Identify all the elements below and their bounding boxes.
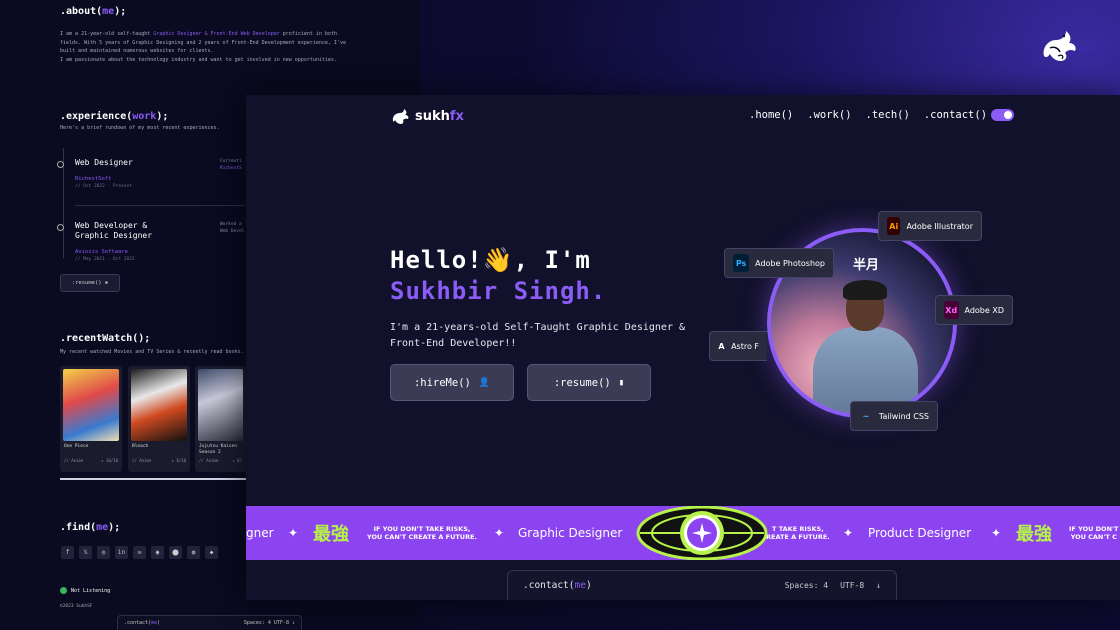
hero-name: Sukhbir Singh. [390,277,607,305]
github-icon[interactable]: ◉ [151,546,164,559]
ticker-text: Product Designer [868,526,972,540]
main-nav: .home() .work() .tech() .contact() [749,109,987,121]
timeline-dot-icon [57,224,64,231]
job-date: // May 2021 - Oct 2022 [75,257,135,262]
timeline-divider [75,205,245,206]
find-me-heading: .find(me); [60,522,121,533]
sparkle-icon: ✦ [843,526,854,540]
timeline-dot-icon [57,161,64,168]
contact-bar[interactable]: .contact(me) Spaces: 4 UTF-8 ↓ [507,570,897,600]
dragon-logo-icon [392,109,409,124]
recent-watch-heading: .recentWatch(); [60,333,151,344]
hire-me-button[interactable]: :hireMe() 👤 [390,364,514,401]
linkedin-icon[interactable]: in [115,546,128,559]
nav-tech[interactable]: .tech() [866,109,910,121]
about-paragraph: I am a 21-year-old self-taught Graphic D… [60,31,346,54]
tailwind-icon: ~ [862,411,870,421]
horizontal-scrollbar[interactable] [60,478,246,480]
site-logo[interactable]: sukhfx [390,107,464,125]
card-meta: // Anime ★ 10/10 [64,458,118,463]
sparkle-icon: ✦ [288,526,299,540]
card-title: One Piece [64,444,89,449]
copyright: ©2023 SukhSF [60,604,93,609]
astro-icon: A [718,341,725,351]
poster-text: 半月 [853,258,880,273]
about-paragraph-2: I am passionate about the technology ind… [60,57,337,63]
ticker-kanji: 最強 [313,524,349,545]
ticker-quote: IF YOU DON'T YOU CAN'T C [1069,525,1119,541]
contact-bar-small[interactable]: .contact(me) Spaces: 4 UTF-8 ↓ [117,615,302,630]
resume-button-small[interactable]: :resume() ▪ [60,274,120,292]
hero-greeting: Hello!👋, I'm [390,246,591,274]
job-title: Web Developer & Graphic Designer [75,221,153,240]
card-poster [131,369,187,441]
card-meta: // Anime ★ 8/10 [132,458,186,463]
sparkle-icon: ✦ [494,526,505,540]
theme-toggle[interactable] [991,109,1014,121]
card-meta: // Anime ★ 8/ [199,458,242,463]
photoshop-icon: Ps [733,254,750,272]
adobe-xd-icon: Xd [944,301,959,319]
card-title: Jujutsu Kaisen Season 2 [199,444,237,455]
skill-badge: ~ Tailwind CSS [850,401,938,431]
globe-emblem-icon [636,506,768,560]
watch-card[interactable]: One Piece // Anime ★ 10/10 [60,366,122,472]
email-icon[interactable]: ✉ [133,546,146,559]
spotify-icon [60,587,67,594]
hero-bio: I'm a 21-years-old Self-Taught Graphic D… [390,322,686,349]
contact-title: .contact(me) [523,580,592,591]
nav-work[interactable]: .work() [807,109,851,121]
dribbble-icon[interactable]: ◍ [187,546,200,559]
ticker-kanji: 最強 [1016,524,1052,545]
card-poster [198,369,243,441]
skill-badge: Ps Adobe Photoshop [724,248,834,278]
contact-meta: Spaces: 4 UTF-8 ↓ [784,581,881,590]
x-twitter-icon[interactable]: 𝕏 [79,546,92,559]
ticker-quote: T TAKE RISKS, REATE A FUTURE. [766,525,830,541]
user-icon: 👤 [478,377,491,388]
nav-home[interactable]: .home() [749,109,793,121]
job-company[interactable]: RichestSoft [75,176,111,182]
nav-contact[interactable]: .contact() [924,109,987,121]
facebook-icon[interactable]: f [61,546,74,559]
arrow-down-icon[interactable]: ↓ [876,581,881,590]
sparkle-icon: ✦ [991,526,1002,540]
person-hair [843,280,887,300]
whatsapp-icon[interactable]: ⬤ [169,546,182,559]
discord-icon[interactable]: ◆ [205,546,218,559]
job-description: Currentl RichestS [220,159,242,171]
ticker-text: Graphic Designer [518,526,623,540]
card-title: Bleach [132,444,149,449]
about-heading: .about(me); [60,6,127,17]
spotify-status: Not Listening [60,587,110,594]
job-date: // Oct 2022 - Present [75,184,132,189]
ticker-text: gner [246,526,274,540]
skill-badge: Xd Adobe XD [935,295,1013,325]
job-company[interactable]: Aviosis Software [75,249,128,255]
illustrator-icon: Ai [887,217,901,235]
ticker-quote: IF YOU DON'T TAKE RISKS, YOU CAN'T CREATE… [367,525,477,541]
resume-button[interactable]: :resume() ▮ [527,364,651,401]
watch-card[interactable]: Bleach // Anime ★ 8/10 [128,366,190,472]
dragon-logo-icon [1043,31,1076,61]
watch-card[interactable]: Jujutsu Kaisen Season 2 // Anime ★ 8/ [195,366,246,472]
card-poster [63,369,119,441]
document-icon: ▮ [618,377,625,388]
job-title: Web Designer [75,158,133,167]
job-description: Worked a Web Devel [220,222,245,234]
skill-badge: Ai Adobe Illustrator [878,211,982,241]
skill-badge: A Astro F [709,331,767,361]
experience-heading: .experience(work); [60,111,169,122]
instagram-icon[interactable]: ◎ [97,546,110,559]
main-page: sukhfx .home() .work() .tech() .contact(… [246,95,1120,600]
